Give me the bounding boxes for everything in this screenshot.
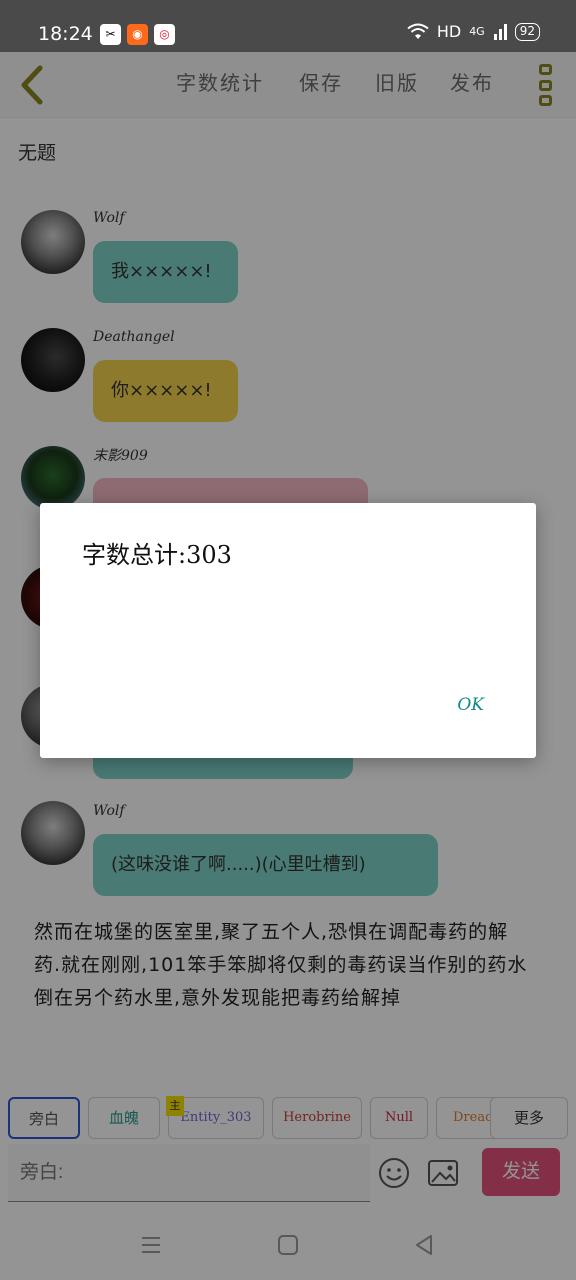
weibo-icon: ◎ <box>154 24 175 45</box>
signal-icon <box>493 23 507 40</box>
kuaishou-icon: ◉ <box>127 24 148 45</box>
ok-button[interactable]: OK <box>457 695 484 715</box>
network-label: HD <box>436 22 462 41</box>
notification-icons: ✂ ◉ ◎ <box>100 24 175 45</box>
wifi-icon <box>407 23 429 39</box>
signal-label: 4G <box>469 25 485 38</box>
status-right: HD 4G 92 <box>407 22 540 41</box>
capcut-icon: ✂ <box>100 24 121 45</box>
battery-indicator: 92 <box>514 22 540 41</box>
status-time: 18:24 <box>38 23 93 45</box>
status-bar: 18:24 ✂ ◉ ◎ HD 4G 92 <box>0 0 576 52</box>
word-count-dialog: 字数总计:303 OK <box>40 503 536 758</box>
nav-scrim <box>0 1210 576 1280</box>
dialog-message: 字数总计:303 <box>82 541 232 569</box>
